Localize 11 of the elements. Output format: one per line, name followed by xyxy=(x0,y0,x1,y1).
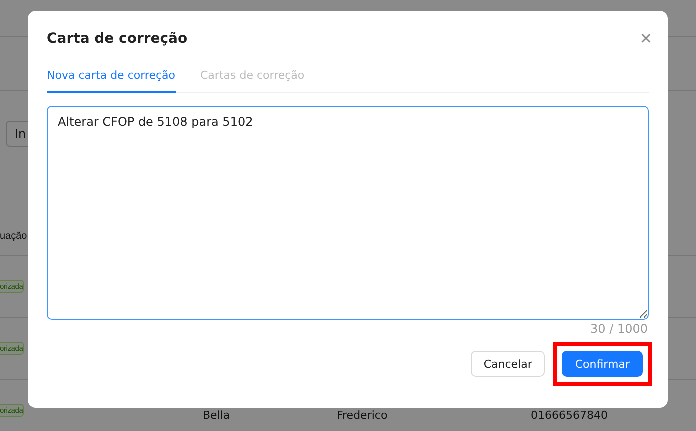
text-area[interactable]: Alterar CFOP de 5108 para 5102 xyxy=(47,106,649,320)
close-button[interactable]: × xyxy=(640,29,652,49)
table-cell: Frederico xyxy=(337,409,388,423)
character-counter: 30 / 1000 xyxy=(590,322,648,336)
tab[interactable]: Nova carta de correção xyxy=(47,61,176,93)
column-header: uação xyxy=(0,230,28,242)
table-cell: 01666567840 xyxy=(531,409,608,423)
table-cell: Bella xyxy=(203,409,230,423)
cancel-button[interactable]: Cancelar xyxy=(470,351,546,377)
dialog-title: Carta de correção xyxy=(47,31,188,47)
confirm-button[interactable]: Confirmar xyxy=(562,351,643,377)
